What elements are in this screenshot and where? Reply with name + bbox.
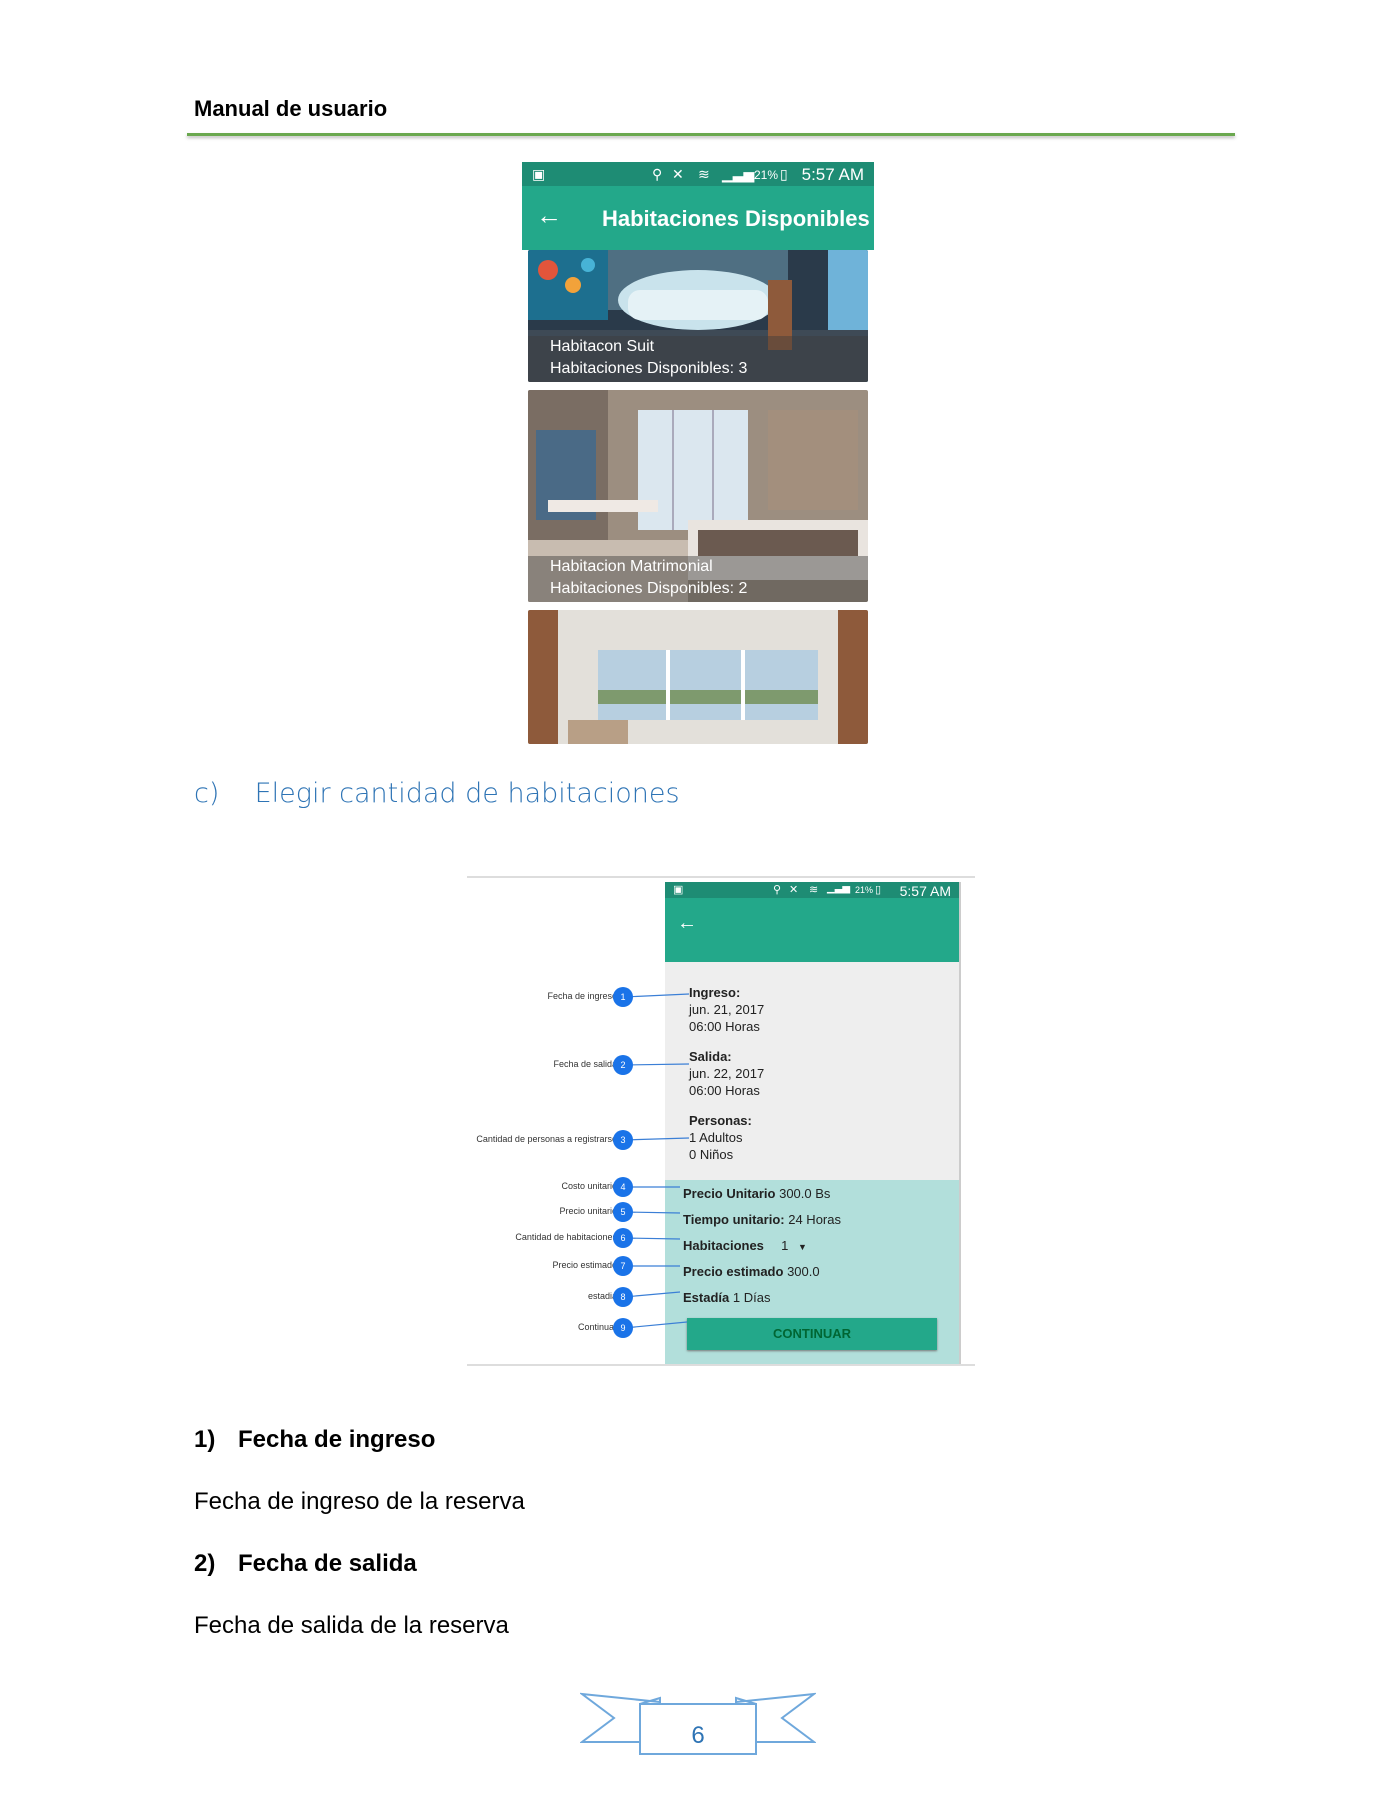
room-availability: Habitaciones Disponibles: 2 — [550, 580, 748, 597]
document-header-title: Manual de usuario — [194, 96, 388, 121]
screenshot-available-rooms: ▣ ⚲ ✕ ≋ ▁▃▅ 21% ▯ 5:57 AM ← Habitaciones… — [522, 162, 874, 744]
callout-badge-2: 2 — [613, 1055, 633, 1075]
callout-badge-8: 8 — [613, 1287, 633, 1307]
mute-icon: ✕ — [672, 166, 684, 182]
item-title: Fecha de salida — [238, 1550, 417, 1577]
item-heading-1: 1) Fecha de ingreso — [194, 1426, 435, 1454]
back-arrow-icon[interactable]: ← — [536, 200, 562, 231]
callout-badge-6: 6 — [613, 1228, 633, 1248]
item-title: Fecha de ingreso — [238, 1426, 436, 1453]
section-heading: c) Elegir cantidad de habitaciones — [194, 778, 680, 809]
callout-label-9: Continuar — [577, 1322, 617, 1332]
figure-bottom-border — [467, 1364, 975, 1366]
room-availability: Habitaciones Disponibles: 3 — [550, 360, 748, 377]
room-card-third[interactable] — [528, 610, 868, 744]
room-card-caption: Habitacion Matrimonial Habitaciones Disp… — [528, 556, 868, 602]
callout-label-8: estadia — [587, 1291, 617, 1301]
battery-percent: 21% — [754, 168, 779, 182]
item-number: 1) — [194, 1426, 216, 1453]
location-icon: ⚲ — [652, 166, 663, 182]
room-card-caption: Habitacon Suit Habitaciones Disponibles:… — [528, 336, 868, 382]
signal-icon: ▁▃▅ — [722, 166, 755, 182]
status-time: 5:57 AM — [801, 165, 864, 184]
callout-label-7: Precio estimado — [552, 1260, 617, 1270]
wifi-icon: ≋ — [698, 166, 710, 182]
callout-badge-3: 3 — [613, 1130, 633, 1150]
callout-badge-4: 4 — [613, 1177, 633, 1197]
callout-badge-5: 5 — [613, 1202, 633, 1222]
section-marker: c) — [194, 778, 220, 809]
app-bar-title: Habitaciones Disponibles — [602, 206, 870, 231]
callout-badge-7: 7 — [613, 1256, 633, 1276]
room-name: Habitacion Matrimonial — [550, 558, 713, 575]
callout-badge-1: 1 — [613, 987, 633, 1007]
item-description-1: Fecha de ingreso de la reserva — [194, 1488, 525, 1515]
section-title: Elegir cantidad de habitaciones — [254, 778, 680, 809]
callout-label-4: Costo unitario — [561, 1181, 617, 1191]
battery-icon: ▯ — [780, 166, 788, 182]
annotated-screenshot-room-quantity: ▣ ⚲ ✕ ≋ ▁▃▅ 21% ▯ 5:57 AM ← Ingreso: jun… — [467, 876, 975, 1366]
header-rule — [187, 133, 1235, 136]
room-card-suite[interactable]: Habitacon Suit Habitaciones Disponibles:… — [528, 250, 868, 382]
item-number: 2) — [194, 1550, 216, 1577]
callout-label-3: Cantidad de personas a registrarse — [476, 1134, 617, 1144]
room-card-matrimonial[interactable]: Habitacion Matrimonial Habitaciones Disp… — [528, 390, 868, 602]
callout-label-2: Fecha de salida — [553, 1059, 617, 1069]
callout-badge-9: 9 — [613, 1318, 633, 1338]
status-bar: ▣ ⚲ ✕ ≋ ▁▃▅ 21% ▯ 5:57 AM — [522, 162, 874, 186]
room-photo-third — [528, 610, 868, 744]
callout-label-1: Fecha de ingreso — [547, 991, 617, 1001]
item-heading-2: 2) Fecha de salida — [194, 1550, 417, 1578]
callout-label-5: Precio unitario — [559, 1206, 617, 1216]
callout-label-6: Cantidad de habitaciones — [515, 1232, 617, 1242]
page-number: 6 — [691, 1722, 705, 1749]
item-description-2: Fecha de salida de la reserva — [194, 1612, 509, 1639]
image-notification-icon: ▣ — [532, 166, 546, 182]
room-name: Habitacon Suit — [550, 338, 655, 355]
app-bar: ← Habitaciones Disponibles — [522, 186, 874, 250]
